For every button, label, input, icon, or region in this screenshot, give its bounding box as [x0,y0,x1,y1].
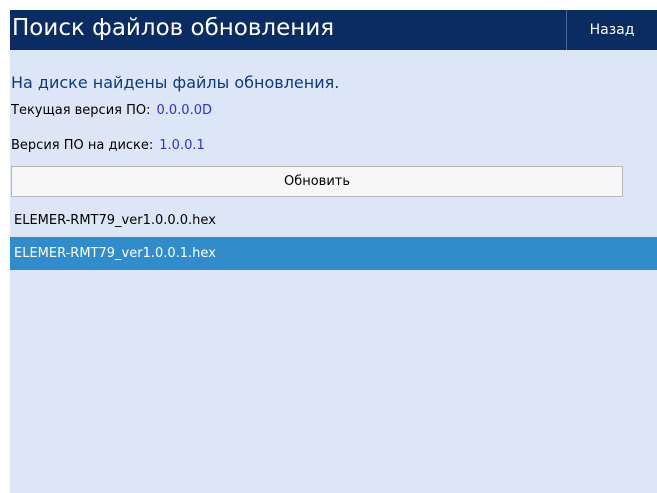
disk-version-row: Версия ПО на диске: 1.0.0.1 [11,138,205,153]
file-list: ELEMER-RMT79_ver1.0.0.0.hex ELEMER-RMT79… [10,204,657,270]
status-message: На диске найдены файлы обновления. [11,73,340,92]
list-item[interactable]: ELEMER-RMT79_ver1.0.0.0.hex [10,204,657,237]
update-button[interactable]: Обновить [11,166,623,197]
page-title: Поиск файлов обновления [12,15,335,41]
current-version-value: 0.0.0.0D [156,103,213,118]
current-version-label: Текущая версия ПО: [11,103,151,118]
disk-version-label: Версия ПО на диске: [11,138,154,153]
disk-version-value: 1.0.0.1 [159,138,205,153]
current-version-row: Текущая версия ПО: 0.0.0.0D [11,103,212,118]
back-button[interactable]: Назад [566,10,657,50]
header-bar: Поиск файлов обновления Назад [10,10,657,50]
update-search-screen: Поиск файлов обновления Назад На диске н… [10,10,657,493]
list-item-selected[interactable]: ELEMER-RMT79_ver1.0.0.1.hex [10,237,657,270]
